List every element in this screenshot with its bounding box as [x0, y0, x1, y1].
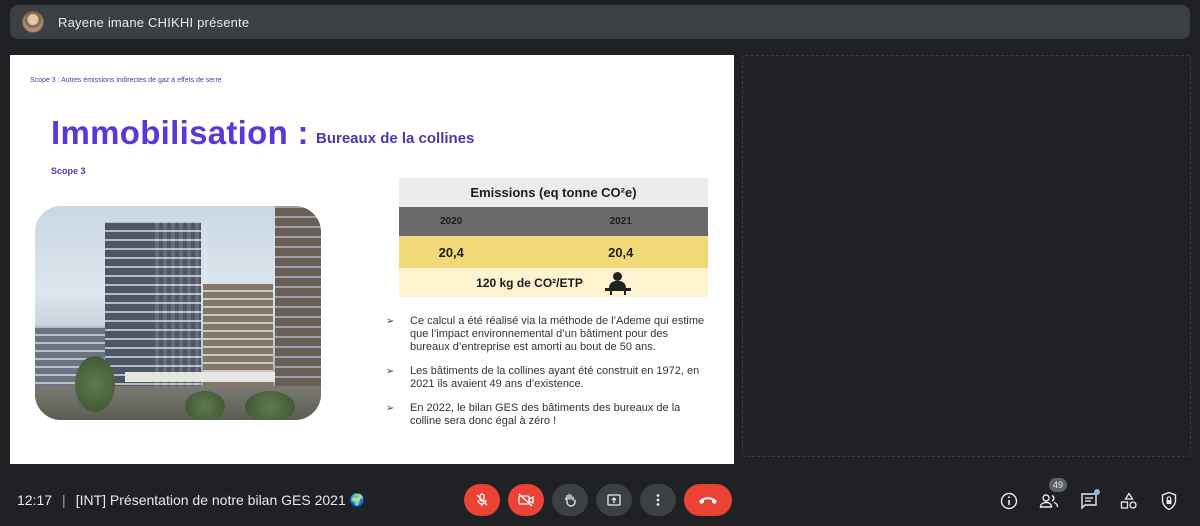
more-vert-icon [656, 494, 660, 506]
microphone-off-button[interactable] [464, 484, 500, 516]
emissions-values-row: 20,4 20,4 [399, 236, 708, 268]
meeting-info: 12:17 | [INT] Présentation de notre bila… [17, 492, 365, 508]
meeting-title: [INT] Présentation de notre bilan GES 20… [75, 492, 346, 508]
list-item: ➢ Ce calcul a été réalisé via la méthode… [386, 315, 706, 354]
hang-up-icon [699, 497, 717, 504]
raise-hand-button[interactable] [552, 484, 588, 516]
bullet-text: En 2022, le bilan GES des bâtiments des … [410, 402, 681, 427]
emissions-table-header: Emissions (eq tonne CO²e) [399, 178, 708, 207]
mic-off-icon [476, 493, 488, 506]
emissions-ratio-row: 120 kg de CO²/ETP [399, 268, 708, 297]
emissions-table: Emissions (eq tonne CO²e) 2020 2021 20,4… [399, 178, 708, 297]
present-screen-button[interactable] [596, 484, 632, 516]
year-2020: 2020 [440, 216, 463, 227]
list-item: ➢ En 2022, le bilan GES des bâtiments de… [386, 402, 706, 428]
participant-count-badge: 49 [1049, 478, 1067, 492]
info-icon [1000, 492, 1018, 510]
meeting-controls-bar: 12:17 | [INT] Présentation de notre bila… [0, 474, 1200, 526]
slide-title: Immobilisation : [51, 114, 309, 151]
list-item: ➢ Les bâtiments de la collines ayant été… [386, 365, 706, 391]
raise-hand-icon [564, 493, 576, 507]
present-screen-icon [607, 494, 621, 506]
slide-subtitle: Bureaux de la collines [316, 130, 475, 147]
meeting-details-button[interactable] [997, 489, 1021, 513]
arrow-bullet-icon: ➢ [386, 316, 395, 327]
leave-call-button[interactable] [684, 484, 732, 516]
meeting-time: 12:17 [17, 492, 53, 508]
camera-off-button[interactable] [508, 484, 544, 516]
host-controls-button[interactable] [1157, 489, 1181, 513]
bullet-text: Ce calcul a été réalisé via la méthode d… [410, 315, 705, 353]
building-photo [35, 206, 321, 420]
presentation-slide: Scope 3 : Autres émissions indirectes de… [10, 55, 734, 464]
chat-notification-dot [1094, 489, 1100, 495]
empty-video-tile [742, 55, 1191, 457]
more-options-button[interactable] [640, 484, 676, 516]
camera-off-icon [518, 493, 534, 507]
office-worker-icon [604, 271, 631, 295]
slide-breadcrumb: Scope 3 : Autres émissions indirectes de… [30, 77, 222, 84]
participants-button[interactable] [1037, 489, 1061, 513]
bullet-list: ➢ Ce calcul a été réalisé via la méthode… [386, 315, 706, 439]
separator: | [62, 492, 66, 508]
bullet-text: Les bâtiments de la collines ayant été c… [410, 365, 700, 390]
shield-lock-icon [1161, 491, 1177, 511]
emissions-ratio: 120 kg de CO²/ETP [476, 275, 583, 290]
presenter-name: Rayene imane CHIKHI présente [58, 14, 250, 30]
value-2021: 20,4 [608, 244, 634, 260]
people-icon [1039, 494, 1059, 508]
arrow-bullet-icon: ➢ [386, 403, 395, 414]
presenter-bar: Rayene imane CHIKHI présente [10, 5, 1190, 39]
activities-button[interactable] [1117, 489, 1141, 513]
shapes-icon [1120, 492, 1137, 509]
value-2020: 20,4 [438, 244, 464, 260]
scope-label: Scope 3 [51, 166, 86, 176]
emissions-years-row: 2020 2021 [399, 207, 708, 236]
avatar [22, 11, 44, 33]
globe-icon: 🌍 [349, 493, 365, 507]
arrow-bullet-icon: ➢ [386, 366, 395, 377]
year-2021: 2021 [609, 216, 632, 227]
